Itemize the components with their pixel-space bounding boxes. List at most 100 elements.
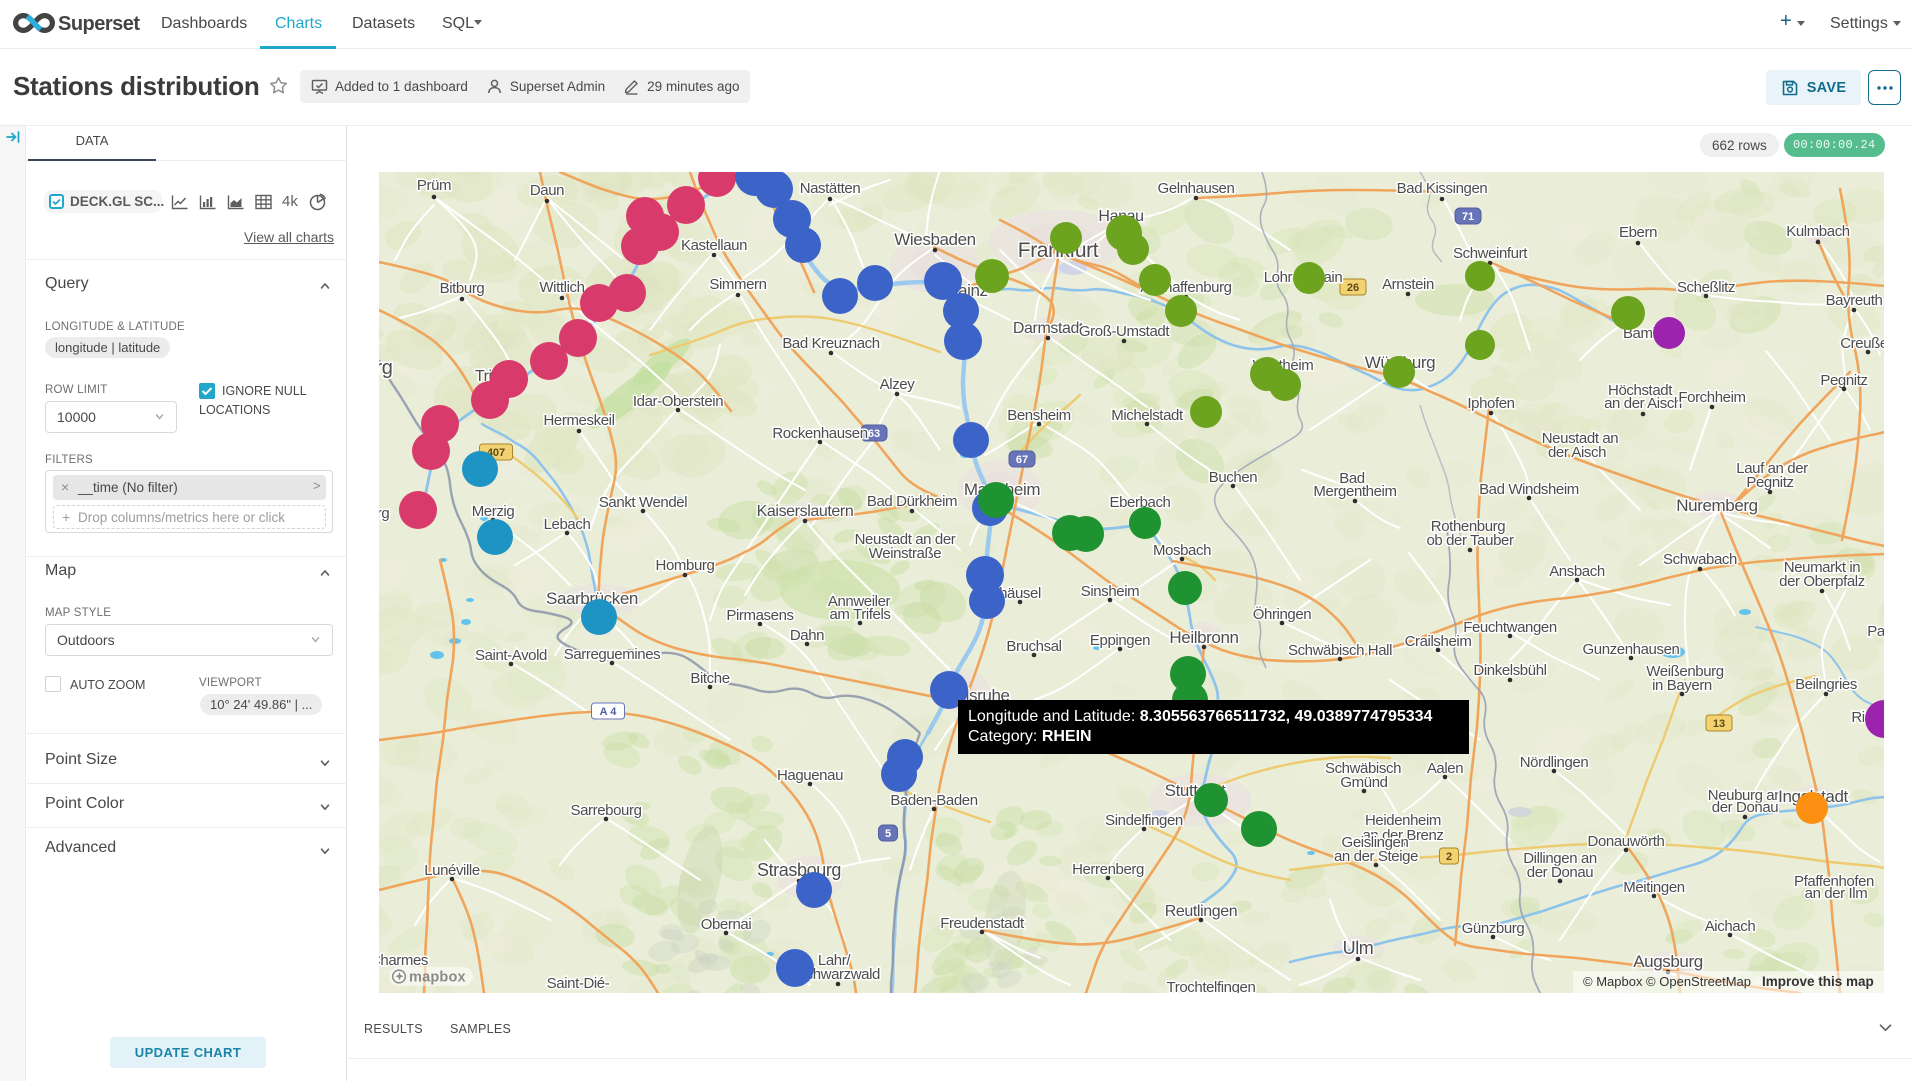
svg-text:13: 13 [1713,718,1725,730]
svg-text:Dinkelsbühl: Dinkelsbühl [1473,662,1546,679]
svg-text:Aalen: Aalen [1427,760,1463,777]
svg-text:Donauwörth: Donauwörth [1588,833,1665,850]
svg-text:Saint-Dié-: Saint-Dié- [547,975,610,992]
svg-text:67: 67 [1016,454,1028,466]
svg-text:der Aisch: der Aisch [1548,444,1606,461]
svg-text:5: 5 [885,828,891,840]
svg-text:Iphofen: Iphofen [1467,395,1514,412]
svg-text:Strasbourg: Strasbourg [757,860,841,880]
svg-text:Beilngries: Beilngries [1795,676,1857,693]
svg-text:Rockenhausen: Rockenhausen [772,425,867,442]
svg-text:Hermeskeil: Hermeskeil [543,412,614,429]
svg-text:Reutlingen: Reutlingen [1165,903,1238,920]
svg-text:Sinsheim: Sinsheim [1081,583,1140,600]
svg-text:Nastätten: Nastätten [800,180,861,197]
svg-text:Wittlich: Wittlich [539,279,584,296]
svg-text:Mosbach: Mosbach [1153,542,1211,559]
svg-text:Homburg: Homburg [656,557,715,574]
svg-text:Ulm: Ulm [1343,938,1374,958]
svg-text:Alzey: Alzey [880,376,916,393]
svg-text:Improve this map: Improve this map [1762,974,1874,989]
svg-text:am Trifels: am Trifels [829,606,890,623]
svg-text:Darmstadt: Darmstadt [1013,320,1084,337]
svg-text:Bitche: Bitche [690,670,729,687]
svg-text:Daun: Daun [530,182,564,199]
svg-text:Lunéville: Lunéville [424,862,480,879]
svg-text:Gunzenhausen: Gunzenhausen [1583,641,1680,658]
svg-text:Kaiserslautern: Kaiserslautern [757,503,854,520]
svg-text:häusel: häusel [999,585,1041,602]
svg-text:Crailsheim: Crailsheim [1405,633,1472,650]
svg-text:Pegnitz: Pegnitz [1820,372,1867,389]
svg-text:Creußen: Creußen [1840,335,1884,352]
svg-text:Lebach: Lebach [544,516,591,533]
svg-text:ob der Tauber: ob der Tauber [1426,532,1513,549]
svg-text:rg: rg [379,357,392,379]
svg-text:Feuchtwangen: Feuchtwangen [1463,619,1557,636]
svg-text:Dahn: Dahn [790,627,824,644]
svg-text:Baden-Baden: Baden-Baden [890,792,977,809]
svg-text:Ebern: Ebern [1619,224,1657,241]
svg-text:Merzig: Merzig [472,503,515,520]
svg-text:Pirmasens: Pirmasens [726,607,793,624]
svg-text:Bad Windsheim: Bad Windsheim [1479,481,1579,498]
svg-text:Herrenberg: Herrenberg [1072,861,1144,878]
svg-text:Wiesbaden: Wiesbaden [894,230,975,249]
svg-text:Bayreuth: Bayreuth [1826,292,1883,309]
svg-text:Gelnhausen: Gelnhausen [1158,180,1235,197]
svg-text:Öhringen: Öhringen [1253,605,1312,623]
svg-text:Nördlingen: Nördlingen [1520,754,1589,771]
svg-text:Buchen: Buchen [1209,469,1258,486]
svg-text:Michelstadt: Michelstadt [1111,407,1184,424]
svg-text:rg: rg [379,505,389,522]
svg-text:Bensheim: Bensheim [1007,407,1071,424]
svg-text:Nuremberg: Nuremberg [1676,496,1757,515]
svg-text:an der Ilm: an der Ilm [1805,885,1868,902]
svg-text:Kastellaun: Kastellaun [681,237,747,254]
svg-text:Pegnitz: Pegnitz [1746,474,1793,491]
svg-text:in Bayern: in Bayern [1652,677,1712,694]
svg-text:Sarrebourg: Sarrebourg [570,802,641,819]
svg-text:Bitburg: Bitburg [440,280,485,297]
svg-text:Weinstraße: Weinstraße [869,545,941,562]
svg-text:Günzburg: Günzburg [1462,920,1525,937]
svg-text:Arnstein: Arnstein [1382,276,1434,293]
svg-text:Eppingen: Eppingen [1090,632,1150,649]
svg-text:Augsburg: Augsburg [1633,952,1703,971]
svg-text:Kulmbach: Kulmbach [1786,223,1850,240]
svg-text:Bruchsal: Bruchsal [1006,638,1061,655]
svg-text:71: 71 [1462,211,1474,223]
svg-text:Charmes: Charmes [379,952,428,969]
svg-text:Groß-Umstadt: Groß-Umstadt [1079,323,1170,340]
svg-text:Bad Dürkheim: Bad Dürkheim [867,493,957,510]
svg-text:Heilbronn: Heilbronn [1169,628,1238,647]
svg-text:der Donau: der Donau [1527,864,1594,881]
svg-text:Gmünd: Gmünd [1340,774,1387,791]
svg-text:Prüm: Prüm [417,177,451,194]
svg-text:Bad Kreuznach: Bad Kreuznach [782,335,879,352]
svg-text:Schwäbisch Hall: Schwäbisch Hall [1288,642,1392,659]
svg-text:der Oberpfalz: der Oberpfalz [1779,573,1865,590]
svg-text:26: 26 [1347,282,1359,294]
svg-text:Saint-Avold: Saint-Avold [475,647,547,664]
svg-text:© Mapbox © OpenStreetMap: © Mapbox © OpenStreetMap [1583,974,1751,989]
svg-text:Haguenau: Haguenau [777,767,843,784]
svg-text:Sarreguemines: Sarreguemines [564,646,661,663]
svg-text:Bad Kissingen: Bad Kissingen [1397,180,1488,197]
svg-text:Sindelfingen: Sindelfingen [1105,812,1183,829]
svg-text:Obernai: Obernai [701,916,752,933]
svg-text:an der Aisch: an der Aisch [1604,395,1682,412]
svg-text:Schweinfurt: Schweinfurt [1453,245,1528,262]
svg-text:Meitingen: Meitingen [1623,879,1684,896]
svg-text:Scheßlitz: Scheßlitz [1677,279,1735,296]
svg-text:Aichach: Aichach [1705,918,1756,935]
svg-text:der Donau: der Donau [1712,799,1779,816]
svg-text:Forchheim: Forchheim [1678,389,1745,406]
svg-text:Freudenstadt: Freudenstadt [940,915,1025,932]
svg-text:Sankt Wendel: Sankt Wendel [599,494,687,511]
svg-text:Simmern: Simmern [709,276,766,293]
svg-text:an der Steige: an der Steige [1334,848,1418,865]
svg-text:A 4: A 4 [600,706,618,718]
svg-text:Pa: Pa [1867,623,1884,640]
svg-text:Idar-Oberstein: Idar-Oberstein [633,393,723,410]
